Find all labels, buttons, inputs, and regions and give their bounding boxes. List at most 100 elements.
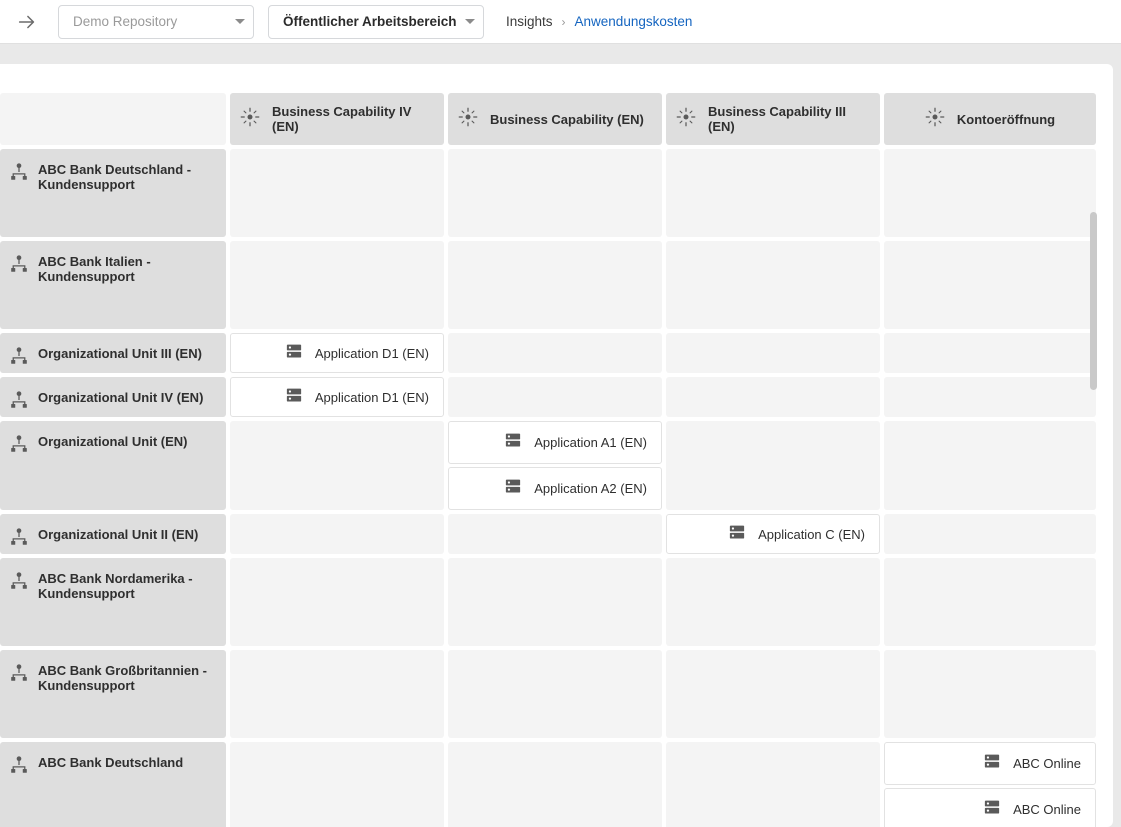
- table-row: Organizational Unit IV (EN) Application …: [0, 377, 1113, 417]
- matrix-row-header[interactable]: ABC Bank Deutschland: [0, 742, 226, 827]
- matrix-column-header[interactable]: Business Capability III (EN): [666, 93, 880, 145]
- matrix-row-header[interactable]: Organizational Unit IV (EN): [0, 377, 226, 417]
- matrix-row-header-label: Organizational Unit (EN): [38, 434, 188, 449]
- matrix-row-header[interactable]: ABC Bank Nordamerika - Kundensupport: [0, 558, 226, 646]
- matrix-cell-empty[interactable]: [666, 742, 880, 827]
- list-item[interactable]: Application A2 (EN): [448, 467, 662, 510]
- repository-select[interactable]: Demo Repository: [58, 4, 254, 39]
- list-item[interactable]: ABC Online: [884, 742, 1096, 785]
- application-icon: [504, 431, 522, 454]
- matrix-column-header-label: Business Capability III (EN): [708, 104, 846, 134]
- matrix-grid: Business Capability IV (EN) Business Cap…: [0, 93, 1113, 827]
- matrix-row-header[interactable]: ABC Bank Deutschland - Kundensupport: [0, 149, 226, 237]
- matrix-cell-empty[interactable]: [448, 333, 662, 373]
- matrix-cell-empty[interactable]: [884, 241, 1096, 329]
- matrix-column-header[interactable]: Business Capability (EN): [448, 93, 662, 145]
- matrix-cell-empty[interactable]: [666, 149, 880, 237]
- list-item[interactable]: Application C (EN): [666, 514, 880, 554]
- matrix-cell-empty[interactable]: [884, 650, 1096, 738]
- breadcrumb: Insights › Anwendungskosten: [506, 14, 692, 29]
- matrix-column-header-label: Kontoeröffnung: [956, 111, 1056, 127]
- table-row: Organizational Unit III (EN) Application…: [0, 333, 1113, 373]
- vertical-scrollbar[interactable]: [1090, 212, 1097, 390]
- matrix-cell-empty[interactable]: [884, 377, 1096, 417]
- arrow-right-icon: [16, 11, 38, 33]
- matrix-cell-empty[interactable]: [884, 514, 1096, 554]
- workspace-select[interactable]: Öffentlicher Arbeitsbereich: [268, 4, 484, 39]
- matrix-cell-empty[interactable]: [448, 650, 662, 738]
- matrix-row-header-label: Organizational Unit IV (EN): [38, 390, 204, 405]
- matrix-cell-empty[interactable]: [230, 149, 444, 237]
- matrix-cell: ABC Online ABC Online: [884, 742, 1096, 827]
- matrix-row-header-label: ABC Bank Italien - Kundensupport: [38, 254, 151, 284]
- application-icon: [285, 386, 303, 409]
- matrix-cell-empty[interactable]: [448, 149, 662, 237]
- organizational-unit-icon: [10, 664, 28, 687]
- top-bar: Demo Repository Öffentlicher Arbeitsbere…: [0, 0, 1121, 44]
- matrix-cell-empty[interactable]: [884, 333, 1096, 373]
- table-row: ABC Bank Großbritannien - Kundensupport: [0, 650, 1113, 738]
- matrix-cell-empty[interactable]: [448, 241, 662, 329]
- list-item-label: Application A1 (EN): [534, 435, 647, 450]
- matrix-cell-empty[interactable]: [884, 421, 1096, 510]
- matrix-row-header[interactable]: ABC Bank Großbritannien - Kundensupport: [0, 650, 226, 738]
- matrix-cell: Application D1 (EN): [230, 377, 444, 417]
- list-item[interactable]: Application A1 (EN): [448, 421, 662, 464]
- matrix-cell-empty[interactable]: [230, 742, 444, 827]
- matrix-row-header[interactable]: Organizational Unit II (EN): [0, 514, 226, 554]
- breadcrumb-item-insights[interactable]: Insights: [506, 14, 553, 29]
- matrix-cell-empty[interactable]: [884, 149, 1096, 237]
- matrix-cell-empty[interactable]: [230, 421, 444, 510]
- forward-arrow-button[interactable]: [10, 5, 44, 39]
- matrix-cell-empty[interactable]: [448, 514, 662, 554]
- business-capability-icon: [458, 107, 478, 132]
- matrix-row-header-label: ABC Bank Nordamerika - Kundensupport: [38, 571, 193, 601]
- matrix-corner-cell: [0, 93, 226, 145]
- organizational-unit-icon: [10, 572, 28, 595]
- table-row: ABC Bank Deutschland - Kundensupport: [0, 149, 1113, 237]
- breadcrumb-item-current[interactable]: Anwendungskosten: [575, 14, 693, 29]
- repository-select-label: Demo Repository: [73, 14, 178, 29]
- application-icon: [983, 752, 1001, 775]
- matrix-cell-empty[interactable]: [666, 333, 880, 373]
- matrix-cell-empty[interactable]: [230, 558, 444, 646]
- list-item-label: ABC Online: [1013, 756, 1081, 771]
- organizational-unit-icon: [10, 163, 28, 186]
- organizational-unit-icon: [10, 255, 28, 278]
- list-item[interactable]: Application D1 (EN): [230, 333, 444, 373]
- matrix-column-header-label: Business Capability IV (EN): [272, 104, 412, 134]
- matrix-cell: Application A1 (EN) Application A2 (EN): [448, 421, 662, 510]
- application-icon: [728, 523, 746, 546]
- business-capability-icon: [676, 107, 696, 132]
- matrix-cell-empty[interactable]: [666, 241, 880, 329]
- matrix-cell-empty[interactable]: [230, 650, 444, 738]
- matrix-cell-empty[interactable]: [230, 241, 444, 329]
- matrix-column-header-label: Business Capability (EN): [490, 111, 644, 127]
- matrix-cell: Application C (EN): [666, 514, 880, 554]
- matrix-cell-empty[interactable]: [666, 421, 880, 510]
- list-item[interactable]: ABC Online: [884, 788, 1096, 827]
- matrix-cell-empty[interactable]: [448, 377, 662, 417]
- matrix-row-header[interactable]: Organizational Unit (EN): [0, 421, 226, 510]
- matrix-cell-empty[interactable]: [666, 558, 880, 646]
- matrix-column-header[interactable]: Kontoeröffnung: [884, 93, 1096, 145]
- list-item-label: ABC Online: [1013, 802, 1081, 817]
- matrix-row-header-label: Organizational Unit II (EN): [38, 527, 199, 542]
- matrix-cell-empty[interactable]: [666, 650, 880, 738]
- matrix-column-header[interactable]: Business Capability IV (EN): [230, 93, 444, 145]
- organizational-unit-icon: [10, 435, 28, 458]
- matrix-cell-empty[interactable]: [884, 558, 1096, 646]
- list-item[interactable]: Application D1 (EN): [230, 377, 444, 417]
- matrix-cell-empty[interactable]: [230, 514, 444, 554]
- application-icon: [983, 798, 1001, 821]
- table-row: Organizational Unit II (EN) Application …: [0, 514, 1113, 554]
- matrix-cell-empty[interactable]: [448, 558, 662, 646]
- matrix-row-header[interactable]: Organizational Unit III (EN): [0, 333, 226, 373]
- organizational-unit-icon: [10, 391, 28, 414]
- matrix-cell-empty[interactable]: [666, 377, 880, 417]
- matrix-row-header-label: Organizational Unit III (EN): [38, 346, 202, 361]
- organizational-unit-icon: [10, 347, 28, 370]
- matrix-row-header[interactable]: ABC Bank Italien - Kundensupport: [0, 241, 226, 329]
- matrix-cell-empty[interactable]: [448, 742, 662, 827]
- matrix-row-header-label: ABC Bank Deutschland: [38, 755, 184, 770]
